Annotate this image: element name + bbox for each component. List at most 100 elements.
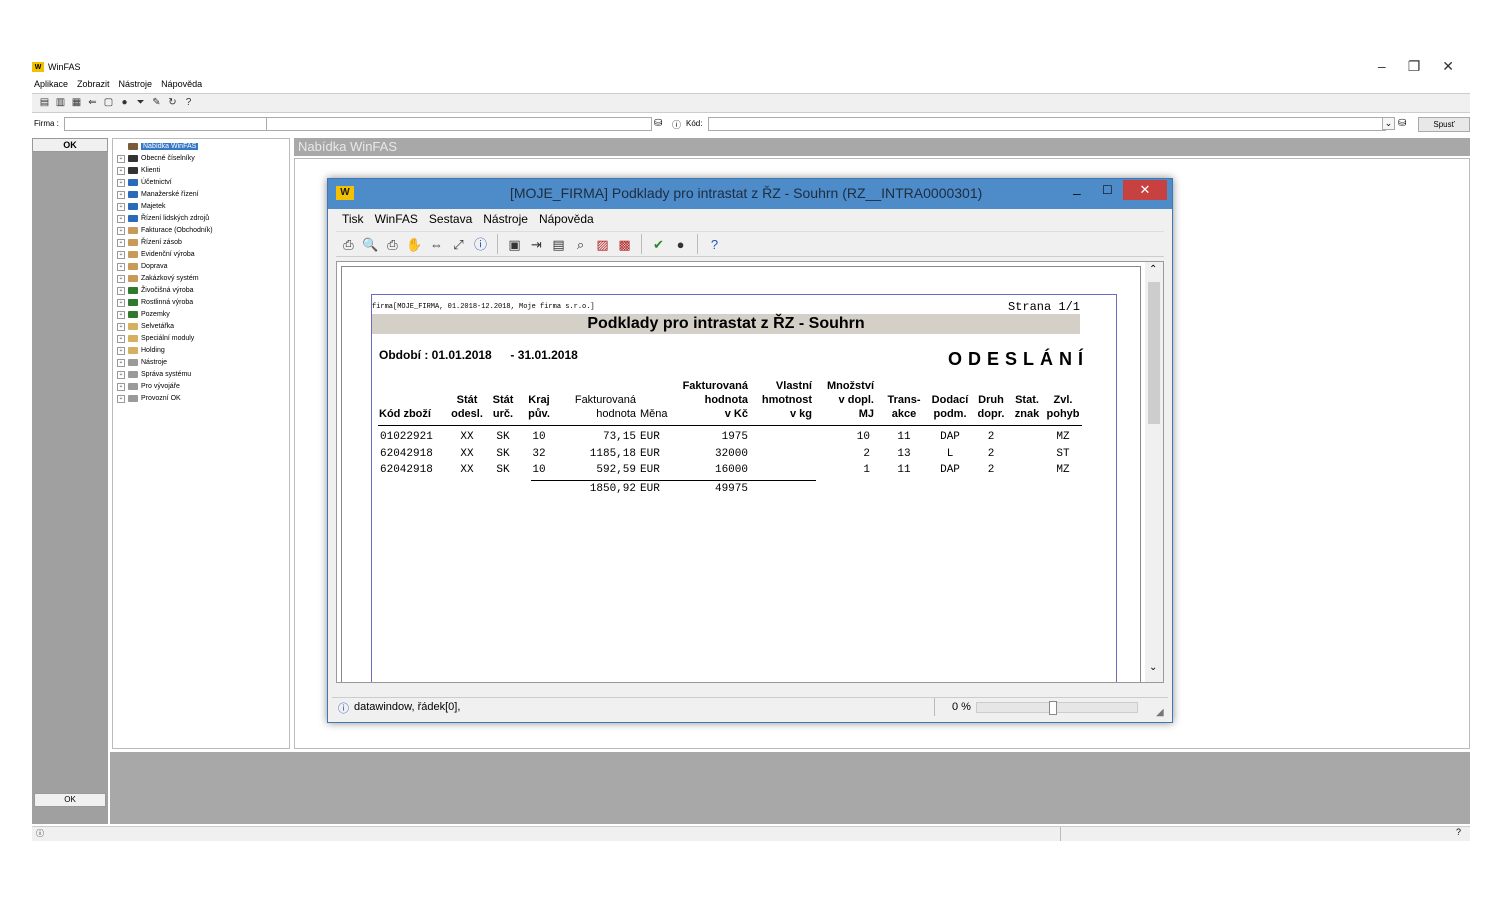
tree-item[interactable]: + Živočišná výroba — [117, 285, 194, 296]
tree-item[interactable]: + Pro vývojáře — [117, 381, 180, 392]
expand-icon[interactable]: + — [117, 262, 125, 271]
back-arrow-icon[interactable]: ⇐ — [86, 97, 99, 109]
tree-item[interactable]: + Pozemky — [117, 309, 170, 320]
menu-napoveda[interactable]: Nápověda — [161, 79, 202, 89]
print-setup-icon[interactable]: ⎙ — [384, 236, 401, 253]
expand-icon[interactable]: + — [117, 358, 125, 367]
tree-item[interactable]: Nabídka WinFAS — [117, 141, 199, 152]
dialog-minimize-icon[interactable]: – — [1073, 185, 1081, 201]
tree-item[interactable]: + Obecné číselníky — [117, 153, 195, 164]
window-cascade-icon[interactable]: ▦ — [70, 97, 83, 109]
firm-code-field[interactable] — [64, 117, 296, 131]
tree-item[interactable]: + Nástroje — [117, 357, 167, 368]
expand-icon[interactable]: + — [117, 298, 125, 307]
firm-picker-icon[interactable]: ⛁ — [654, 118, 662, 129]
filter-icon[interactable]: ⏷ — [134, 97, 147, 109]
expand-icon[interactable]: + — [117, 214, 125, 223]
tree-item[interactable]: + Holding — [117, 345, 165, 356]
window-icon[interactable]: ▤ — [38, 97, 51, 109]
print-icon[interactable]: ⎙ — [340, 236, 357, 253]
scroll-thumb[interactable] — [1148, 282, 1160, 424]
expand-icon[interactable]: + — [117, 322, 125, 331]
minimize-icon[interactable]: – — [1378, 58, 1386, 75]
restore-icon[interactable]: ❐ — [1408, 58, 1421, 75]
expand-icon[interactable]: + — [117, 334, 125, 343]
tree-item[interactable]: + Majetek — [117, 201, 166, 212]
expand-icon[interactable]: + — [117, 250, 125, 259]
menu-tisk[interactable]: Tisk — [342, 212, 364, 226]
expand-icon[interactable]: + — [117, 382, 125, 391]
tree-item[interactable]: + Doprava — [117, 261, 167, 272]
report-preview[interactable]: firma[MOJE_FIRMA, 01.2018-12.2018, Moje … — [336, 261, 1164, 683]
scroll-up-icon[interactable]: ⌃ — [1149, 264, 1157, 275]
table-icon[interactable]: ▤ — [550, 236, 567, 253]
info-icon[interactable]: ⓘ — [672, 118, 681, 131]
tree-item[interactable]: + Účetnictví — [117, 177, 172, 188]
expand-icon[interactable]: + — [117, 202, 125, 211]
dialog-title-bar[interactable]: W [MOJE_FIRMA] Podklady pro intrastat z … — [328, 179, 1172, 209]
status-help-icon[interactable]: ? — [1456, 827, 1461, 837]
close-icon[interactable]: ✕ — [1442, 58, 1454, 75]
export-icon[interactable]: ▣ — [506, 236, 523, 253]
settings-icon[interactable]: ✔ — [650, 236, 667, 253]
dialog-close-button[interactable]: ✕ — [1123, 180, 1167, 200]
tree-item[interactable]: + Klienti — [117, 165, 160, 176]
menu-winfas[interactable]: WinFAS — [375, 212, 418, 226]
hand-icon[interactable]: ✋ — [406, 236, 423, 253]
zoom-icon[interactable]: ⤢ — [450, 236, 467, 253]
run-button[interactable]: Spusť — [1418, 117, 1470, 132]
help-icon[interactable]: ? — [182, 97, 195, 109]
tree-item[interactable]: + Manažerské řízení — [117, 189, 199, 200]
ok-button-bottom[interactable]: OK — [34, 793, 106, 807]
resize-grip-icon[interactable]: ◢ — [1156, 707, 1164, 718]
globe-icon[interactable]: ● — [118, 97, 131, 109]
progress-slider[interactable] — [1049, 701, 1057, 715]
chevron-down-icon[interactable]: ⌄ — [1382, 117, 1395, 130]
firm-name-field[interactable] — [266, 117, 652, 131]
scroll-down-icon[interactable]: ⌄ — [1149, 662, 1157, 673]
expand-icon[interactable]: + — [117, 310, 125, 319]
tree-item[interactable]: + Řízení lidských zdrojů — [117, 213, 209, 224]
edit-icon[interactable]: ✎ — [150, 97, 163, 109]
expand-icon[interactable]: + — [117, 154, 125, 163]
expand-icon[interactable]: + — [117, 226, 125, 235]
info-icon[interactable]: ⓘ — [472, 236, 489, 253]
expand-icon[interactable]: + — [117, 190, 125, 199]
tree-item[interactable]: + Evidenční výroba — [117, 249, 195, 260]
pdf-icon[interactable]: ▨ — [594, 236, 611, 253]
expand-icon[interactable]: + — [117, 370, 125, 379]
menu-nastroje[interactable]: Nástroje — [483, 212, 528, 226]
expand-icon[interactable]: + — [117, 274, 125, 283]
run-icon[interactable]: ⛁ — [1398, 118, 1406, 129]
code-field[interactable] — [708, 117, 1386, 131]
menu-napoveda[interactable]: Nápověda — [539, 212, 594, 226]
expand-icon[interactable]: + — [117, 346, 125, 355]
expand-icon[interactable]: + — [117, 286, 125, 295]
menu-zobrazit[interactable]: Zobrazit — [77, 79, 110, 89]
fit-width-icon[interactable]: ⇔ — [428, 236, 445, 253]
tree-item[interactable]: + Zakázkový systém — [117, 273, 199, 284]
ok-button[interactable]: OK — [32, 138, 108, 152]
help-icon[interactable]: ? — [706, 236, 723, 253]
tree-item[interactable]: + Fakturace (Obchodník) — [117, 225, 213, 236]
menu-aplikace[interactable]: Aplikace — [34, 79, 68, 89]
refresh-icon[interactable]: ↻ — [166, 97, 179, 109]
tree-item[interactable]: + Speciální moduly — [117, 333, 194, 344]
import-icon[interactable]: ⇥ — [528, 236, 545, 253]
document-icon[interactable]: ▢ — [102, 97, 115, 109]
tree-item[interactable]: + Provozní OK — [117, 393, 181, 404]
expand-icon[interactable]: + — [117, 394, 125, 403]
menu-nastroje[interactable]: Nástroje — [119, 79, 153, 89]
pdf-export-icon[interactable]: ▩ — [616, 236, 633, 253]
menu-sestava[interactable]: Sestava — [429, 212, 472, 226]
print-preview-icon[interactable]: 🔍 — [362, 236, 379, 253]
expand-icon[interactable]: + — [117, 238, 125, 247]
expand-icon[interactable]: + — [117, 166, 125, 175]
globe-icon[interactable]: ● — [672, 236, 689, 253]
tree-item[interactable]: + Správa systému — [117, 369, 191, 380]
tree-item[interactable]: + Selvetářka — [117, 321, 174, 332]
search-icon[interactable]: ⌕ — [572, 236, 589, 253]
tree-item[interactable]: + Řízení zásob — [117, 237, 182, 248]
vertical-scrollbar[interactable]: ⌃ ⌄ — [1145, 262, 1163, 682]
window-tile-icon[interactable]: ▥ — [54, 97, 67, 109]
